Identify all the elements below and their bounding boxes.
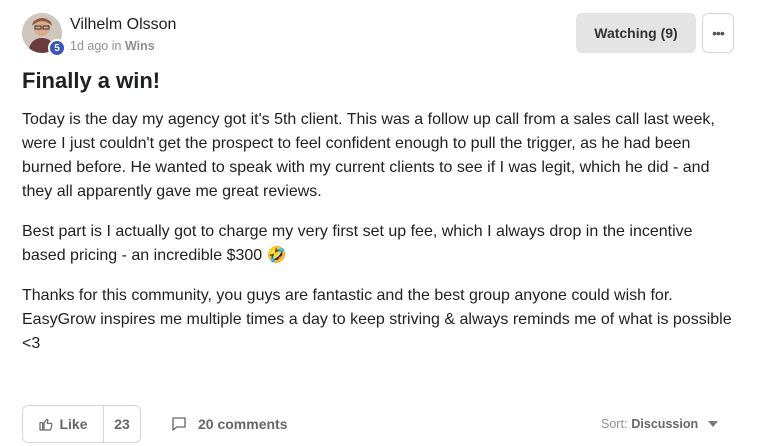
- watching-button[interactable]: Watching (9): [576, 13, 696, 53]
- more-dots-icon[interactable]: •••: [702, 13, 734, 53]
- sort-dropdown[interactable]: Sort: Discussion: [601, 417, 719, 431]
- post-paragraph: Thanks for this community, you guys are …: [22, 287, 732, 352]
- like-label: Like: [59, 416, 88, 432]
- like-count[interactable]: 23: [104, 406, 140, 442]
- author-name[interactable]: Vilhelm Olsson: [70, 16, 176, 34]
- post-title: Finally a win!: [22, 68, 161, 93]
- post-paragraph: Today is the day my agency got it's 5th …: [22, 111, 715, 200]
- comments-label: 20 comments: [198, 416, 288, 432]
- post-paragraph: Best part is I actually got to charge my…: [22, 223, 693, 264]
- category-link[interactable]: Wins: [125, 39, 155, 53]
- like-control: Like 23: [22, 405, 141, 443]
- post-time: 1d ago: [70, 39, 109, 53]
- like-button[interactable]: Like: [23, 406, 104, 442]
- sort-label: Sort:: [601, 417, 628, 431]
- post-meta: 1d ago in Wins: [70, 39, 155, 53]
- caret-down-icon: [708, 421, 719, 427]
- comments-link[interactable]: 20 comments: [170, 415, 287, 433]
- sort-value: Discussion: [631, 417, 699, 431]
- comment-bubble-icon: [172, 417, 186, 431]
- thumbs-up-icon: [39, 418, 54, 431]
- in-word: in: [111, 39, 122, 53]
- post-body: Today is the day my agency got it's 5th …: [22, 108, 740, 372]
- level-badge: 5: [48, 39, 66, 57]
